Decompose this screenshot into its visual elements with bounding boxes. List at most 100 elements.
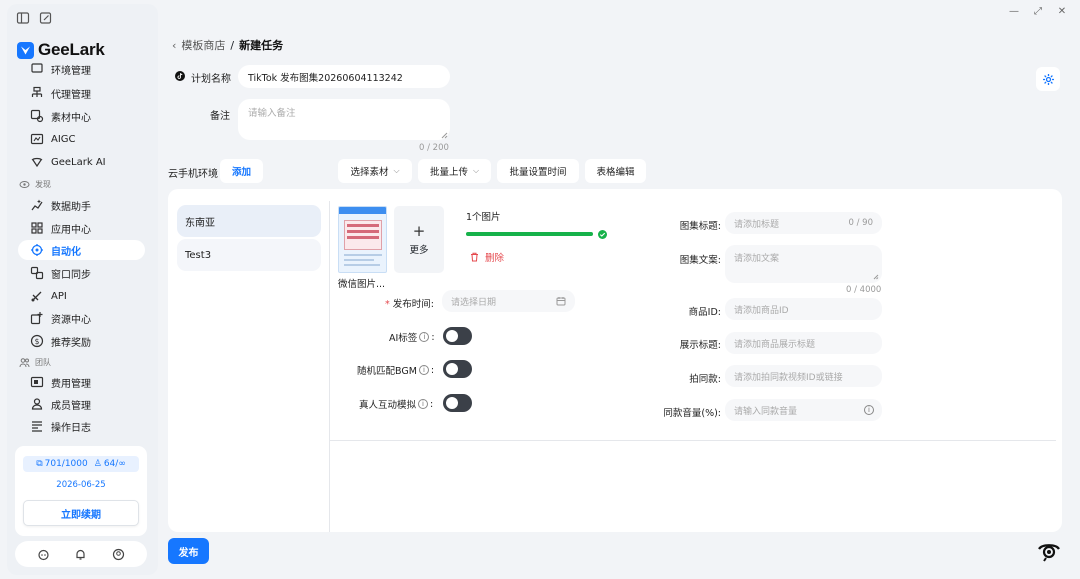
- resize-handle-icon[interactable]: [441, 132, 448, 139]
- sidebar-item-data-assistant[interactable]: 数据助手: [18, 195, 145, 215]
- sidebar-item-geelark-ai[interactable]: GeeLark AI: [18, 152, 145, 172]
- edit-icon[interactable]: [39, 11, 53, 25]
- image-thumbnail[interactable]: [338, 206, 387, 273]
- select-material-label: 选择素材: [350, 167, 389, 178]
- image-count: 1个图片: [466, 212, 501, 223]
- automation-icon: [31, 244, 43, 256]
- sidebar-item-label: AIGC: [51, 133, 76, 145]
- add-more-button[interactable]: + 更多: [394, 206, 444, 273]
- app-name: GeeLark: [38, 40, 105, 59]
- region-tab-test3[interactable]: Test3: [177, 239, 321, 271]
- same-style-input[interactable]: 请添加拍同款视频ID或链接: [725, 365, 882, 387]
- sidebar-item-label: 应用中心: [51, 224, 91, 236]
- sidebar-item-automation[interactable]: 自动化: [18, 240, 145, 260]
- sidebar-item-proxy[interactable]: 代理管理: [18, 83, 145, 103]
- batch-time-button[interactable]: 批量设置时间: [497, 159, 579, 183]
- renew-button[interactable]: 立即续期: [23, 500, 139, 526]
- product-id-label: 商品ID:: [688, 307, 721, 318]
- sidebar-item-api[interactable]: API: [18, 286, 145, 306]
- sidebar-section-label: 发现: [35, 180, 51, 189]
- same-volume-placeholder: 请输入同款音量: [734, 406, 798, 417]
- close-button[interactable]: ✕: [1056, 6, 1068, 17]
- plan-name-input[interactable]: TikTok 发布图集20260604113242: [238, 65, 450, 88]
- quota-stats: ⧉ 701/1000 ♙ 64/∞: [23, 456, 139, 472]
- add-env-button[interactable]: 添加: [220, 159, 263, 183]
- same-style-placeholder: 请添加拍同款视频ID或链接: [734, 372, 843, 383]
- publish-date-picker[interactable]: 请选择日期: [442, 290, 575, 312]
- info-icon[interactable]: i: [864, 405, 874, 415]
- product-id-placeholder: 请添加商品ID: [734, 305, 789, 316]
- table-edit-button[interactable]: 表格编辑: [585, 159, 646, 183]
- select-material-dropdown[interactable]: 选择素材 ⌵: [338, 159, 412, 183]
- album-title-counter: 0 / 90: [848, 218, 874, 228]
- log-icon: [32, 421, 42, 432]
- album-title-input[interactable]: 请添加标题 0 / 90: [725, 212, 882, 234]
- sidebar-nav: 环境管理 代理管理 素材中心 AIGC GeeLark AI 发现 数据助手 应…: [7, 62, 158, 437]
- sidebar-item-label: 自动化: [51, 246, 81, 258]
- minimize-button[interactable]: —: [1008, 6, 1020, 17]
- reward-icon: $: [30, 334, 44, 348]
- sidebar-toggle-icon[interactable]: [16, 11, 30, 25]
- sidebar-section-team: 团队: [19, 357, 51, 368]
- sidebar-item-app-center[interactable]: 应用中心: [18, 218, 145, 238]
- member-icon: [31, 398, 43, 410]
- batch-upload-dropdown[interactable]: 批量上传 ⌵: [418, 159, 491, 183]
- eye-assistant-icon[interactable]: [1036, 538, 1062, 564]
- window-sync-icon: [30, 266, 44, 280]
- batch-upload-label: 批量上传: [429, 167, 468, 178]
- album-caption-textarea[interactable]: 请添加文案: [725, 245, 882, 283]
- sidebar: GeeLark 环境管理 代理管理 素材中心 AIGC GeeLark AI 发…: [7, 4, 158, 575]
- support-icon[interactable]: [37, 548, 50, 561]
- ai-tag-toggle[interactable]: [443, 327, 472, 345]
- product-id-input[interactable]: 请添加商品ID: [725, 298, 882, 320]
- region-tab-southeast-asia[interactable]: 东南亚: [177, 205, 321, 237]
- sidebar-item-log[interactable]: 操作日志: [18, 416, 145, 436]
- sidebar-item-label: 数据助手: [51, 201, 91, 213]
- same-volume-input[interactable]: 请输入同款音量 i: [725, 399, 882, 421]
- sidebar-item-label: 推荐奖励: [51, 337, 91, 349]
- ai-icon: [31, 157, 43, 168]
- app-center-icon: [31, 222, 43, 234]
- environment-icon: [31, 63, 43, 73]
- upload-progress-fill: [466, 232, 593, 236]
- sidebar-item-member[interactable]: 成员管理: [18, 394, 145, 414]
- sidebar-item-environment[interactable]: 环境管理: [18, 62, 145, 79]
- album-caption-counter: 0 / 4000: [846, 285, 882, 295]
- album-caption-label: 图集文案:: [679, 255, 721, 266]
- info-icon[interactable]: i: [419, 332, 430, 342]
- sidebar-item-window-sync[interactable]: 窗口同步: [18, 263, 145, 283]
- sidebar-item-reward[interactable]: $ 推荐奖励: [18, 331, 145, 351]
- note-textarea[interactable]: 请输入备注: [238, 99, 450, 140]
- sidebar-item-aigc[interactable]: AIGC: [18, 129, 145, 149]
- sidebar-item-resource[interactable]: 资源中心: [18, 308, 145, 328]
- sidebar-item-material[interactable]: 素材中心: [18, 106, 145, 126]
- info-icon[interactable]: i: [418, 399, 429, 409]
- colon: :: [431, 331, 435, 343]
- resize-handle-icon[interactable]: [873, 274, 879, 280]
- display-title-input[interactable]: 请添加商品展示标题: [725, 332, 882, 354]
- album-caption-placeholder: 请添加文案: [734, 254, 780, 264]
- user-icon[interactable]: [112, 548, 125, 561]
- breadcrumb-parent[interactable]: 模板商店: [181, 37, 225, 53]
- colon: :: [430, 398, 434, 410]
- horizontal-divider: [330, 440, 1056, 441]
- quota-card: ⧉ 701/1000 ♙ 64/∞ 2026-06-25 立即续期: [15, 446, 147, 536]
- more-label: 更多: [409, 244, 429, 256]
- maximize-button[interactable]: ⤢: [1032, 6, 1044, 17]
- delete-label: 删除: [485, 253, 505, 264]
- same-volume-label: 同款音量(%):: [663, 408, 721, 419]
- member-count-icon: ♙: [93, 459, 102, 469]
- human-interaction-toggle[interactable]: [443, 394, 472, 412]
- sidebar-item-billing[interactable]: 费用管理: [18, 372, 145, 392]
- back-icon[interactable]: ‹: [172, 39, 176, 52]
- device-icon: ⧉: [36, 459, 43, 469]
- random-bgm-toggle[interactable]: [443, 360, 472, 378]
- geelark-logo-icon: [17, 41, 34, 59]
- bell-icon[interactable]: [74, 548, 87, 561]
- delete-button[interactable]: 删除: [470, 250, 504, 264]
- tiktok-icon: [175, 71, 185, 81]
- publish-button[interactable]: 发布: [168, 538, 209, 564]
- discover-icon: [19, 181, 30, 188]
- info-icon[interactable]: i: [418, 365, 429, 375]
- settings-button[interactable]: [1036, 67, 1060, 91]
